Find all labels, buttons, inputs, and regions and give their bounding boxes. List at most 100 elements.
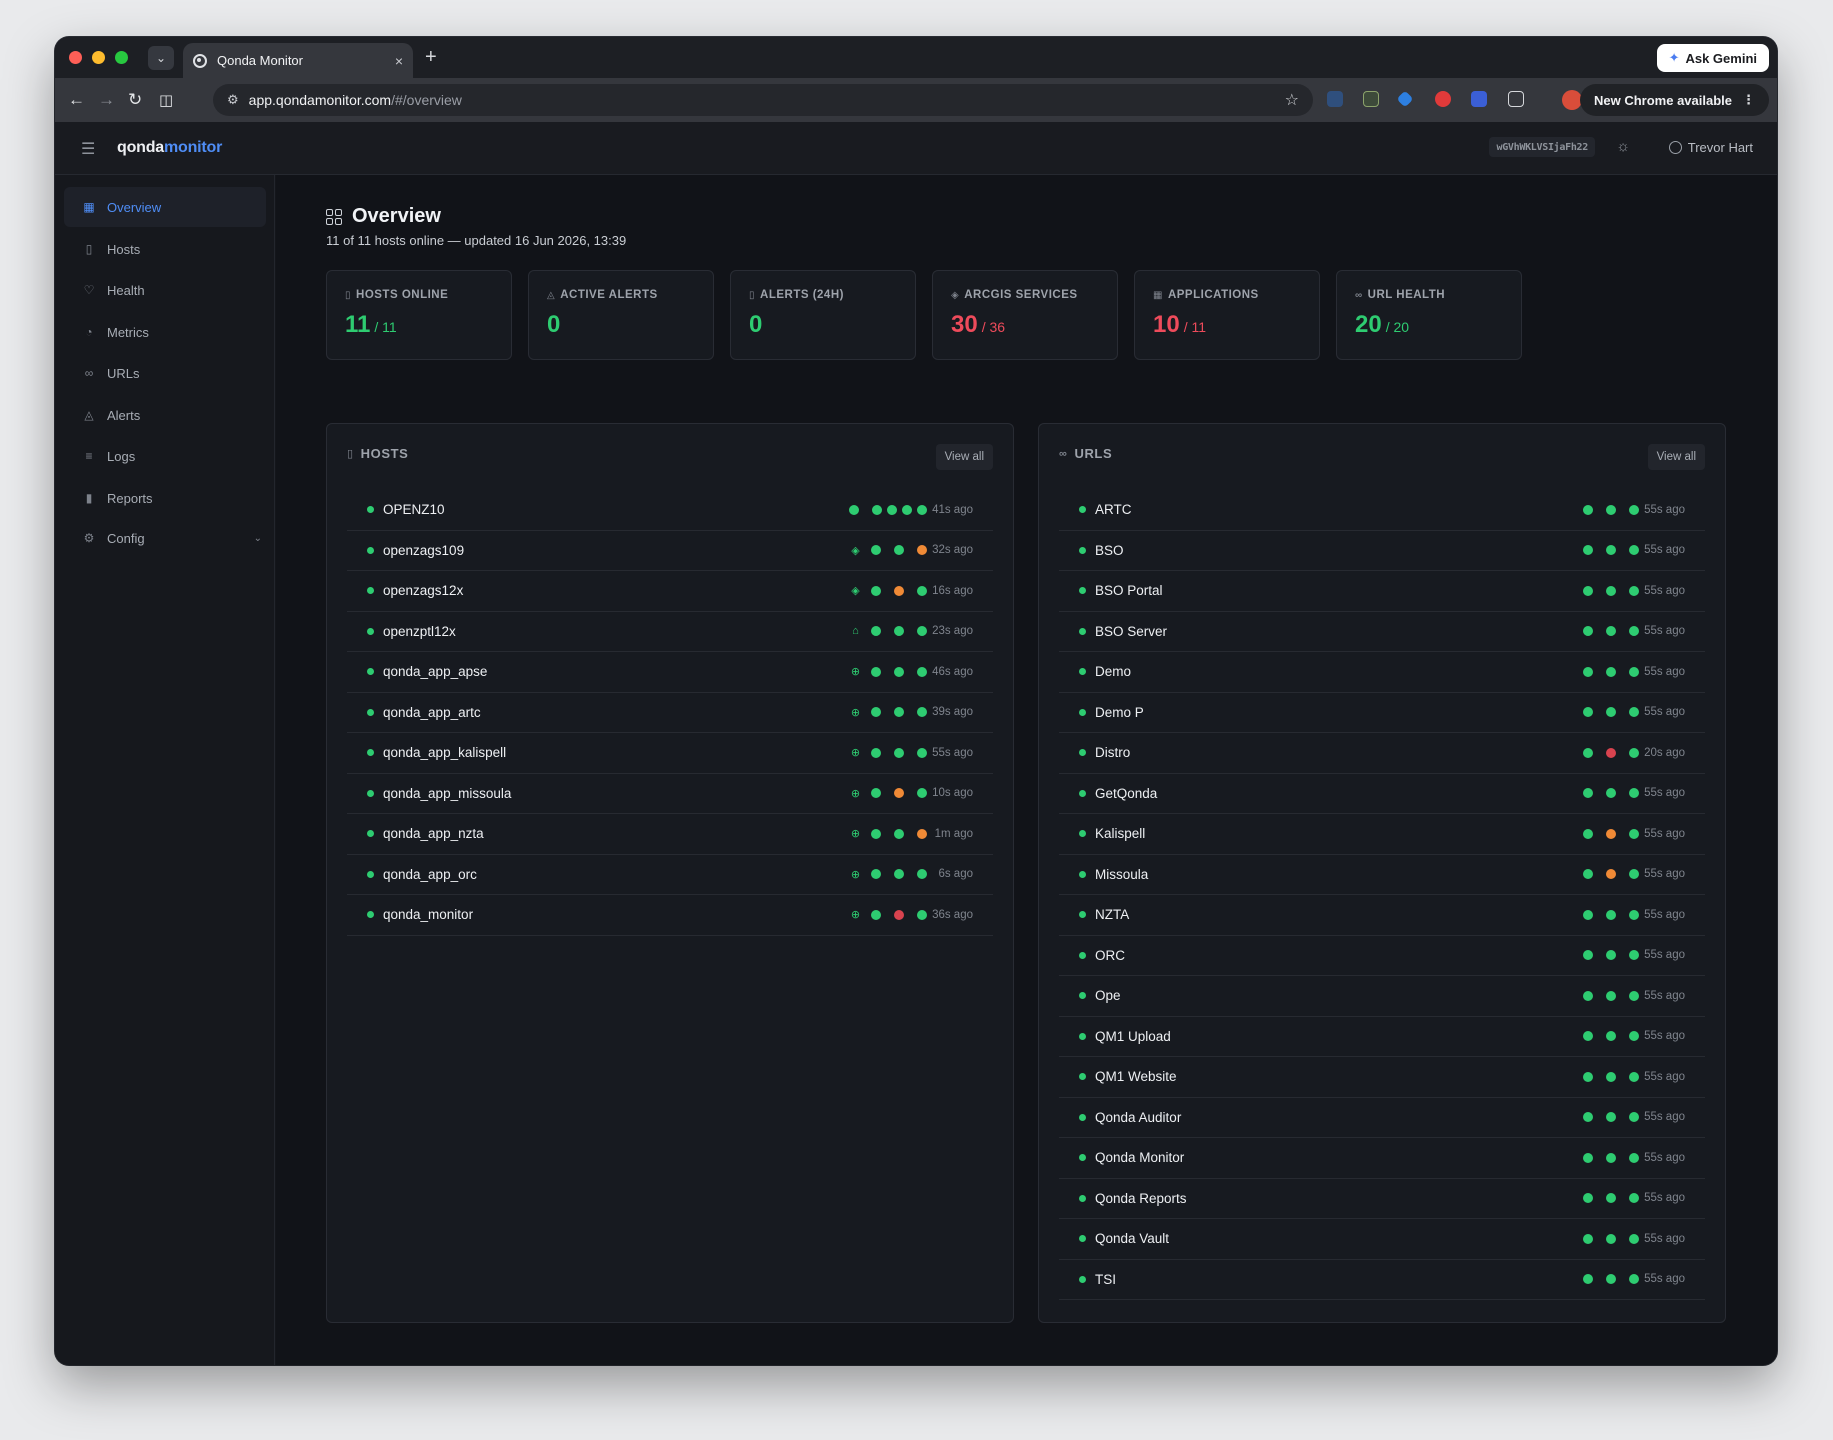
extension-icon[interactable] [1435,91,1451,107]
stat-card-active-alerts[interactable]: ◬ Active Alerts 0 [528,270,714,360]
status-dot [367,708,374,716]
extension-icon[interactable] [1327,91,1343,107]
url-row[interactable]: Kalispell 55s ago [1059,814,1705,855]
url-row[interactable]: ORC 55s ago [1059,936,1705,976]
last-seen: 55s ago [1644,706,1685,719]
sidebar-item-hosts[interactable]: ▯ Hosts [64,229,266,269]
browser-toolbar: ← → ↻ ◫ ⚙ app.qondamonitor.com/#/overvie… [55,78,1777,122]
last-seen: 55s ago [1644,544,1685,557]
stat-card-applications[interactable]: ▦ Applications 10/ 11 [1134,270,1320,360]
url-row[interactable]: Ope 55s ago [1059,976,1705,1017]
minimize-window-button[interactable] [92,51,105,64]
sidebar-item-overview[interactable]: ▦ Overview [64,187,266,227]
url-row[interactable]: BSO Portal 55s ago [1059,571,1705,612]
url-row[interactable]: Distro 20s ago [1059,733,1705,774]
stat-card-arcgis-services[interactable]: ◈ ArcGIS Services 30/ 36 [932,270,1118,360]
host-row[interactable]: openzags109 ◈ 32s ago [347,531,993,571]
sidebar-item-alerts[interactable]: ◬ Alerts [64,395,266,435]
sidebar-item-reports[interactable]: ▮ Reports [64,478,266,518]
back-arrow-icon[interactable]: ← [68,90,85,110]
url-row[interactable]: Demo 55s ago [1059,652,1705,693]
forward-arrow-icon[interactable]: → [98,90,115,110]
url-row[interactable]: Qonda Vault 55s ago [1059,1219,1705,1260]
host-row[interactable]: qonda_app_orc ⊕ 6s ago [347,855,993,895]
host-row[interactable]: qonda_app_nzta ⊕ 1m ago [347,814,993,855]
extension-shield-icon[interactable] [1471,91,1487,107]
url-row[interactable]: BSO Server 55s ago [1059,612,1705,652]
urls-view-all-button[interactable]: View all [1647,444,1705,470]
url-row[interactable]: Demo P 55s ago [1059,693,1705,733]
tab-qonda-monitor[interactable]: Qonda Monitor × [183,43,413,78]
sidebar-item-config[interactable]: ⚙ Config ⌄ [64,518,266,558]
url-row[interactable]: Missoula 55s ago [1059,855,1705,895]
url-row[interactable]: QM1 Website 55s ago [1059,1057,1705,1098]
host-row[interactable]: qonda_app_kalispell ⊕ 55s ago [347,733,993,774]
check-dot [1629,504,1639,515]
url-row[interactable]: QM1 Upload 55s ago [1059,1017,1705,1057]
check-dot [917,747,927,758]
status-checks: ⊕ [849,827,927,840]
theme-sun-icon[interactable]: ☼ [1616,138,1630,155]
host-row[interactable]: openzptl12x ⌂ 23s ago [347,612,993,652]
reload-icon[interactable]: ↻ [128,90,142,110]
status-dot [1079,546,1086,554]
host-row[interactable]: OPENZ10 41s ago [347,490,993,531]
tab-search-chevron-icon[interactable]: ⌄ [148,46,174,70]
address-bar[interactable]: ⚙ app.qondamonitor.com/#/overview ☆ [213,84,1313,116]
host-row[interactable]: qonda_app_artc ⊕ 39s ago [347,693,993,733]
url-row[interactable]: GetQonda 55s ago [1059,774,1705,814]
url-name: NZTA [1095,907,1130,923]
url-row[interactable]: TSI 55s ago [1059,1260,1705,1300]
stat-value-number: 11 [345,311,371,338]
bookmark-star-icon[interactable]: ☆ [1285,90,1299,110]
tab-close-icon[interactable]: × [395,53,403,69]
check-dot [849,504,859,515]
extension-icon[interactable] [1363,91,1379,107]
last-seen: 55s ago [1644,1030,1685,1043]
last-seen: 55s ago [1644,787,1685,800]
status-dot [1079,506,1086,514]
status-dot [1079,992,1086,1000]
urls-panel-header: ∞ URLS [1059,446,1112,461]
url-row[interactable]: Qonda Monitor 55s ago [1059,1138,1705,1179]
url-row[interactable]: BSO 55s ago [1059,531,1705,571]
stat-card-url-health[interactable]: ∞ URL Health 20/ 20 [1336,270,1522,360]
check-dot [894,545,904,556]
check-dot [871,545,881,556]
brand-logo[interactable]: qondamonitor [117,139,222,157]
extensions-puzzle-icon[interactable] [1508,91,1524,107]
check-dot [1629,585,1639,596]
check-dot [1606,666,1616,677]
profile-avatar[interactable] [1562,90,1582,110]
url-row[interactable]: NZTA 55s ago [1059,895,1705,936]
stat-card-alerts-24h[interactable]: ▯ Alerts (24h) 0 [730,270,916,360]
host-row[interactable]: qonda_app_missoula ⊕ 10s ago [347,774,993,814]
check-dot [871,869,881,880]
url-row[interactable]: Qonda Reports 55s ago [1059,1179,1705,1219]
site-settings-icon[interactable]: ⚙ [227,92,239,108]
tenant-token-badge: wGVhWKLVSIjaFh22 [1489,137,1595,157]
new-tab-icon[interactable]: + [425,46,437,68]
host-row[interactable]: openzags12x ◈ 16s ago [347,571,993,612]
stat-card-hosts-online[interactable]: ▯ Hosts Online 11/ 11 [326,270,512,360]
host-row[interactable]: qonda_app_apse ⊕ 46s ago [347,652,993,693]
hosts-view-all-button[interactable]: View all [935,444,993,470]
maximize-window-button[interactable] [115,51,128,64]
close-window-button[interactable] [69,51,82,64]
status-dot [367,546,374,554]
sidebar-item-urls[interactable]: ∞ URLs [64,353,266,393]
url-row[interactable]: Qonda Auditor 55s ago [1059,1098,1705,1138]
stat-label-text: Hosts Online [356,289,449,301]
menu-hamburger-icon[interactable]: ☰ [81,139,95,159]
ask-gemini-button[interactable]: ✦ Ask Gemini [1656,44,1769,72]
url-row[interactable]: ARTC 55s ago [1059,490,1705,531]
sidebar-item-metrics[interactable]: ◔ Metrics [64,312,266,352]
sidebar-item-logs[interactable]: ≡ Logs [64,436,266,476]
new-chrome-available-button[interactable]: New Chrome available ⋮ [1580,84,1769,116]
check-dot [1629,1233,1639,1244]
split-view-icon[interactable]: ◫ [159,91,173,109]
extension-icon[interactable] [1396,90,1414,108]
sidebar-item-health[interactable]: ♡ Health [64,270,266,310]
user-menu[interactable]: Trevor Hart [1668,140,1753,155]
host-row[interactable]: qonda_monitor ⊕ 36s ago [347,895,993,936]
